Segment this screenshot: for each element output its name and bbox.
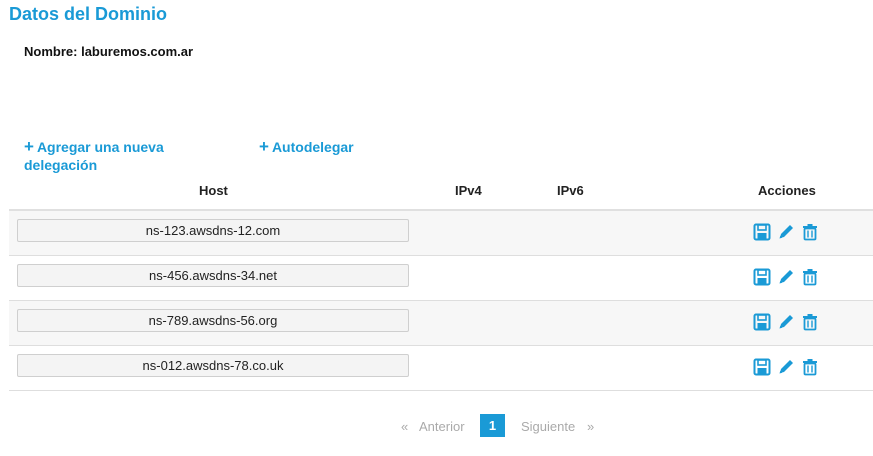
domain-name-label: Nombre:: [24, 44, 78, 59]
next-page-link[interactable]: Siguiente: [521, 419, 575, 434]
plus-icon: +: [259, 137, 269, 156]
table-row: [9, 256, 873, 301]
save-icon[interactable]: [753, 268, 771, 286]
prev-arrow[interactable]: «: [401, 419, 408, 434]
trash-icon[interactable]: [801, 268, 819, 286]
trash-icon[interactable]: [801, 223, 819, 241]
host-input[interactable]: [17, 354, 409, 377]
current-page[interactable]: 1: [480, 414, 505, 437]
row-actions: [753, 268, 819, 286]
row-actions: [753, 313, 819, 331]
edit-icon[interactable]: [777, 358, 795, 376]
trash-icon[interactable]: [801, 358, 819, 376]
edit-icon[interactable]: [777, 313, 795, 331]
domain-name-value: laburemos.com.ar: [81, 44, 194, 59]
add-delegation-label: Agregar una nueva delegación: [24, 139, 164, 173]
prev-page-link[interactable]: Anterior: [419, 419, 465, 434]
row-actions: [753, 223, 819, 241]
column-header-ipv6: IPv6: [557, 183, 584, 198]
autodelegate-label: Autodelegar: [271, 139, 354, 155]
plus-icon: +: [24, 137, 34, 156]
save-icon[interactable]: [753, 223, 771, 241]
host-input[interactable]: [17, 309, 409, 332]
domain-name: Nombre: laburemos.com.ar: [24, 44, 193, 59]
pagination: « Anterior 1 Siguiente »: [0, 414, 873, 438]
column-header-ipv4: IPv4: [455, 183, 482, 198]
save-icon[interactable]: [753, 358, 771, 376]
trash-icon[interactable]: [801, 313, 819, 331]
edit-icon[interactable]: [777, 223, 795, 241]
table-row: [9, 346, 873, 391]
delegation-table-body: [9, 211, 873, 391]
edit-icon[interactable]: [777, 268, 795, 286]
table-row: [9, 301, 873, 346]
column-header-actions: Acciones: [758, 183, 816, 198]
add-delegation-link[interactable]: + Agregar una nueva delegación: [24, 138, 224, 174]
row-actions: [753, 358, 819, 376]
autodelegate-link[interactable]: + Autodelegar: [259, 138, 354, 156]
column-header-host: Host: [199, 183, 228, 198]
next-arrow[interactable]: »: [587, 419, 594, 434]
host-input[interactable]: [17, 264, 409, 287]
host-input[interactable]: [17, 219, 409, 242]
page-title: Datos del Dominio: [9, 4, 168, 24]
save-icon[interactable]: [753, 313, 771, 331]
table-row: [9, 211, 873, 256]
